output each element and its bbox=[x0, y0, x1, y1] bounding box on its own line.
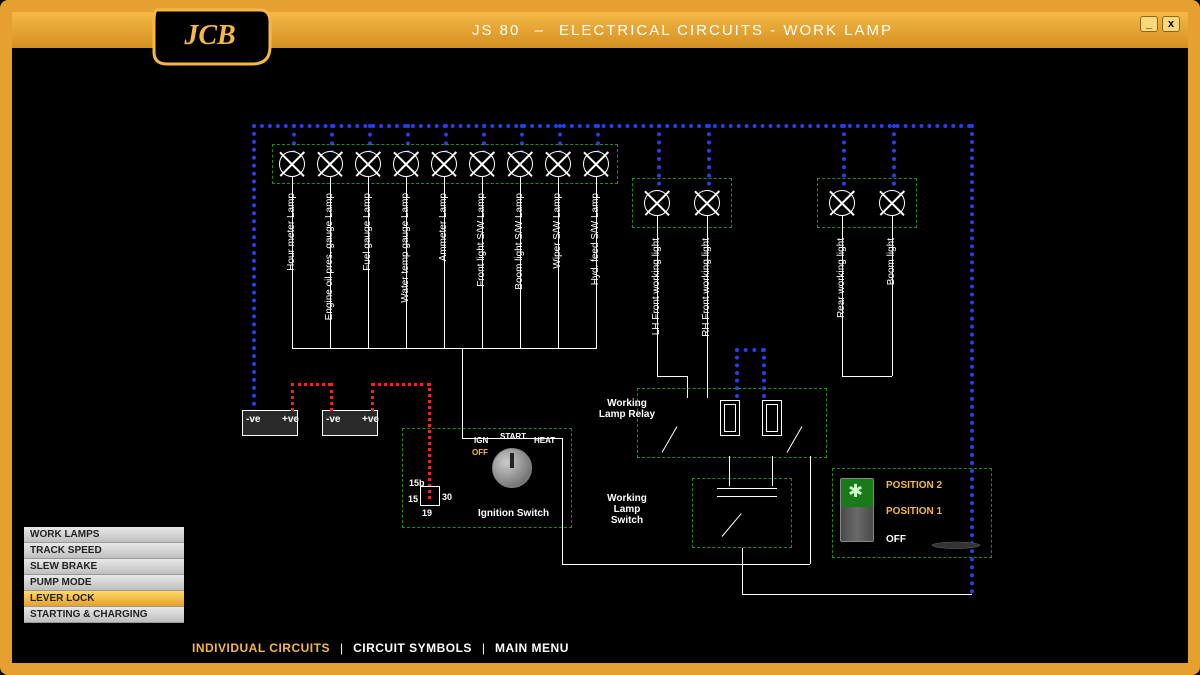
terminal-label: 19 bbox=[422, 508, 432, 518]
wire bbox=[810, 456, 811, 564]
lamp-symbol bbox=[507, 151, 533, 177]
position-1-label: POSITION 1 bbox=[886, 506, 942, 517]
lamp-symbol bbox=[431, 151, 457, 177]
wire bbox=[742, 594, 972, 595]
wire bbox=[292, 177, 293, 349]
jcb-logo: JCB bbox=[152, 2, 272, 72]
wire bbox=[558, 177, 559, 349]
wire bbox=[330, 177, 331, 349]
terminal-label: 15 bbox=[408, 494, 418, 504]
ignition-label: Ignition Switch bbox=[478, 508, 549, 519]
wire-power bbox=[371, 383, 431, 386]
lamp-symbol bbox=[644, 190, 670, 216]
position-off-label: OFF bbox=[886, 534, 906, 545]
section-name: ELECTRICAL CIRCUITS - WORK LAMP bbox=[559, 22, 893, 39]
lamp-symbol bbox=[583, 151, 609, 177]
lamp-symbol bbox=[355, 151, 381, 177]
wire bbox=[729, 456, 730, 486]
window-controls: _ x bbox=[1140, 16, 1180, 32]
menu-item-track-speed[interactable]: TRACK SPEED bbox=[24, 543, 184, 559]
nav-circuit-symbols[interactable]: CIRCUIT SYMBOLS bbox=[353, 641, 472, 655]
wire-bus bbox=[252, 124, 972, 128]
relay-coil bbox=[720, 400, 740, 436]
battery-pos: +ve bbox=[282, 414, 299, 425]
lamp-symbol bbox=[279, 151, 305, 177]
wire bbox=[842, 216, 843, 376]
wire bbox=[292, 348, 597, 349]
wire bbox=[657, 216, 658, 376]
title-bar: JCB JS 80 – ELECTRICAL CIRCUITS - WORK L… bbox=[12, 12, 1188, 48]
terminal-block bbox=[420, 486, 440, 506]
model-name: JS 80 bbox=[472, 22, 520, 39]
wire bbox=[742, 548, 743, 594]
lamp-icon bbox=[848, 484, 866, 502]
ign-pos-label: OFF bbox=[472, 448, 488, 457]
battery-neg: -ve bbox=[326, 414, 340, 425]
wire bbox=[707, 216, 708, 376]
wire bbox=[657, 376, 687, 377]
lamp-symbol bbox=[879, 190, 905, 216]
wire bbox=[482, 177, 483, 349]
relay-coil bbox=[762, 400, 782, 436]
wire-drop bbox=[252, 124, 256, 414]
app-frame: JCB JS 80 – ELECTRICAL CIRCUITS - WORK L… bbox=[0, 0, 1200, 675]
ignition-knob[interactable] bbox=[492, 448, 532, 488]
ign-pos-label: IGN bbox=[474, 436, 488, 445]
wire-power bbox=[291, 383, 331, 386]
menu-item-lever-lock[interactable]: LEVER LOCK bbox=[24, 591, 184, 607]
nav-main-menu[interactable]: MAIN MENU bbox=[495, 641, 569, 655]
close-button[interactable]: x bbox=[1162, 16, 1180, 32]
wire bbox=[520, 177, 521, 349]
menu-item-slew-brake[interactable]: SLEW BRAKE bbox=[24, 559, 184, 575]
lamp-symbol bbox=[545, 151, 571, 177]
battery-neg: -ve bbox=[246, 414, 260, 425]
terminal-label: 30 bbox=[442, 492, 452, 502]
minimize-button[interactable]: _ bbox=[1140, 16, 1158, 32]
lamp-symbol bbox=[694, 190, 720, 216]
wire bbox=[596, 177, 597, 349]
menu-item-work-lamps[interactable]: WORK LAMPS bbox=[24, 527, 184, 543]
switch-label: Working Lamp Switch bbox=[597, 493, 657, 526]
page-title: JS 80 – ELECTRICAL CIRCUITS - WORK LAMP bbox=[472, 22, 893, 39]
battery-pos: +ve bbox=[362, 414, 379, 425]
wire bbox=[842, 376, 892, 377]
bottom-nav: INDIVIDUAL CIRCUITS | CIRCUIT SYMBOLS | … bbox=[12, 633, 1188, 663]
wire bbox=[717, 496, 777, 497]
menu-item-pump-mode[interactable]: PUMP MODE bbox=[24, 575, 184, 591]
wire-power bbox=[371, 383, 374, 411]
wire bbox=[562, 564, 810, 565]
wire bbox=[772, 456, 773, 486]
svg-text:JCB: JCB bbox=[183, 20, 235, 51]
circuit-diagram: Hour meter Lamp Engine oil pres. gauge L… bbox=[162, 48, 1176, 633]
wire bbox=[368, 177, 369, 349]
wire bbox=[462, 348, 463, 438]
lamp-symbol bbox=[829, 190, 855, 216]
terminal-label: 15b bbox=[409, 478, 425, 488]
position-2-label: POSITION 2 bbox=[886, 480, 942, 491]
wire bbox=[892, 216, 893, 376]
lamp-symbol bbox=[317, 151, 343, 177]
lamp-symbol bbox=[393, 151, 419, 177]
wire bbox=[406, 177, 407, 349]
ign-pos-label: HEAT bbox=[534, 436, 555, 445]
rocker-switch[interactable] bbox=[840, 478, 874, 542]
lamp-symbol bbox=[469, 151, 495, 177]
wire bbox=[717, 488, 777, 489]
wire-power bbox=[330, 383, 333, 411]
menu-item-starting-charging[interactable]: STARTING & CHARGING bbox=[24, 607, 184, 623]
wire bbox=[735, 348, 765, 352]
circuit-menu: WORK LAMPS TRACK SPEED SLEW BRAKE PUMP M… bbox=[24, 527, 184, 623]
relay-label: Working Lamp Relay bbox=[597, 398, 657, 420]
wire bbox=[562, 438, 563, 564]
wire bbox=[444, 177, 445, 349]
nav-individual-circuits[interactable]: INDIVIDUAL CIRCUITS bbox=[192, 641, 330, 655]
ign-pos-label: START bbox=[500, 432, 526, 441]
wire-power bbox=[291, 383, 294, 411]
wire bbox=[707, 376, 708, 398]
